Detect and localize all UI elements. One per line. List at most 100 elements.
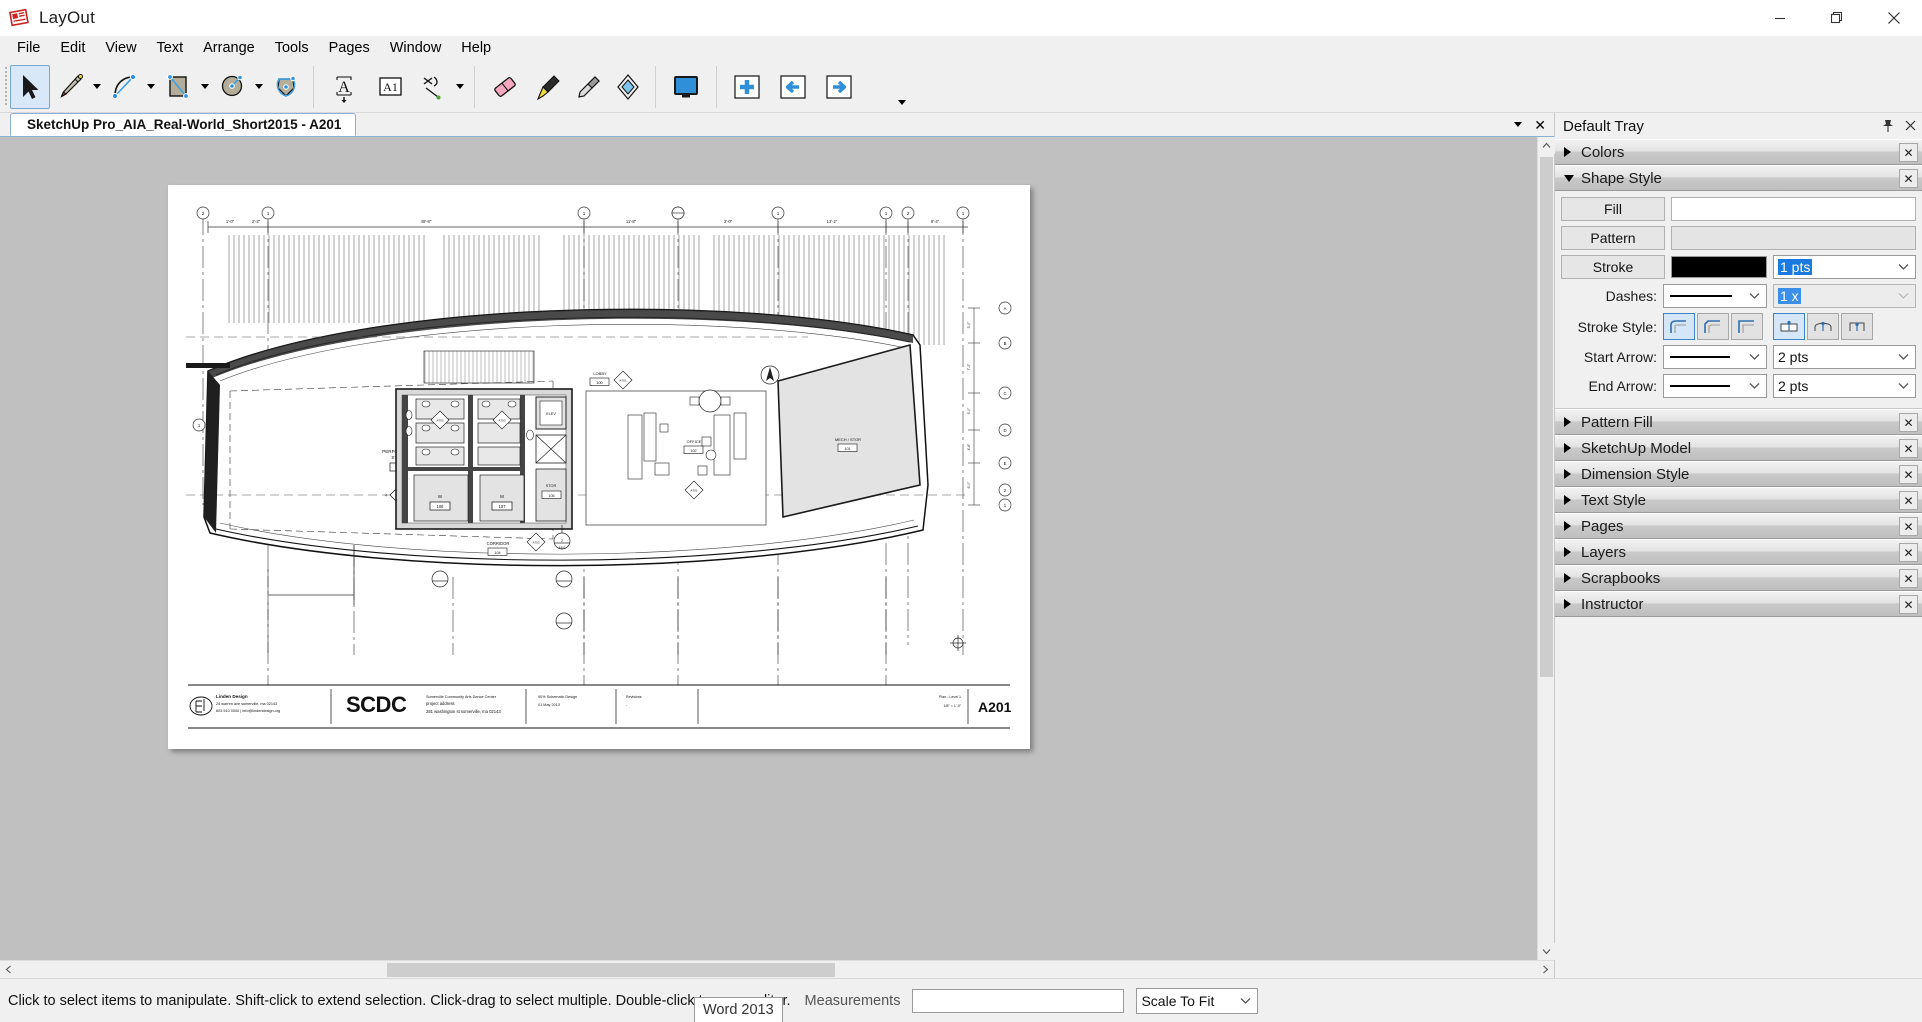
select-tool-button[interactable] [10, 65, 50, 109]
canvas-horizontal-scrollbar[interactable] [0, 960, 1554, 978]
close-button[interactable] [1865, 0, 1922, 36]
corner-style-miter-button[interactable] [1731, 313, 1763, 340]
horizontal-scroll-thumb[interactable] [387, 963, 835, 977]
fill-color-swatch[interactable] [1671, 197, 1916, 221]
panel-close-pages[interactable]: ✕ [1899, 517, 1918, 536]
corner-style-round-button[interactable] [1663, 313, 1695, 340]
pattern-button[interactable]: Pattern [1561, 226, 1665, 250]
start-arrow-style-combo[interactable] [1663, 345, 1767, 369]
scroll-down-icon[interactable] [1538, 943, 1555, 960]
panel-close-layers[interactable]: ✕ [1899, 543, 1918, 562]
menu-pages[interactable]: Pages [319, 37, 380, 60]
start-arrow-size-combo[interactable]: 2 pts [1773, 345, 1916, 369]
svg-text:A: A [1004, 306, 1007, 311]
cap-style-round-button[interactable] [1807, 313, 1839, 340]
rectangle-tool-caret[interactable] [198, 65, 212, 109]
add-page-button[interactable] [724, 65, 770, 109]
fill-button[interactable]: Fill [1561, 197, 1665, 221]
panel-header-sketchup-model[interactable]: SketchUp Model ✕ [1555, 435, 1922, 461]
split-tool-button[interactable] [568, 65, 608, 109]
close-icon[interactable]: ✕ [1534, 118, 1546, 132]
svg-text:107: 107 [499, 504, 507, 509]
eraser-tool-button[interactable] [482, 65, 528, 109]
circle-tool-button[interactable] [212, 65, 252, 109]
revisions-value: - [626, 703, 628, 707]
text-tool-button[interactable]: A [321, 65, 367, 109]
canvas-vertical-scrollbar[interactable] [1537, 137, 1554, 960]
line-tool-caret[interactable] [90, 65, 104, 109]
svg-text:C: C [1003, 391, 1006, 396]
toolbar-grip[interactable] [2, 67, 10, 107]
arc-tool-button[interactable] [104, 65, 144, 109]
dashes-scale-combo[interactable]: 1 x [1773, 284, 1916, 308]
scroll-left-icon[interactable] [0, 961, 17, 978]
stroke-color-swatch[interactable] [1671, 256, 1767, 278]
scroll-right-icon[interactable] [1537, 961, 1554, 978]
panel-close-dimension-style[interactable]: ✕ [1899, 465, 1918, 484]
panel-header-dimension-style[interactable]: Dimension Style ✕ [1555, 461, 1922, 487]
document-tab[interactable]: SketchUp Pro_AIA_Real-World_Short2015 - … [10, 113, 356, 136]
pattern-swatch[interactable] [1671, 226, 1916, 250]
menu-tools[interactable]: Tools [265, 37, 319, 60]
solid-line-preview [1670, 295, 1732, 297]
circle-tool-caret[interactable] [252, 65, 266, 109]
paper-sheet[interactable]: 1'-0" 2'-2" 49'-8" 11'-8" 3'-0" 13'-2" 8… [168, 185, 1030, 749]
chevron-down-icon[interactable] [1514, 122, 1522, 127]
panel-header-text-style[interactable]: Text Style ✕ [1555, 487, 1922, 513]
panel-header-pages[interactable]: Pages ✕ [1555, 513, 1922, 539]
scroll-up-icon[interactable] [1538, 137, 1555, 154]
panel-close-instructor[interactable]: ✕ [1899, 595, 1918, 614]
dimension-text: 1'-0" [226, 219, 235, 224]
panel-close-text-style[interactable]: ✕ [1899, 491, 1918, 510]
maximize-button[interactable] [1808, 0, 1865, 36]
next-page-button[interactable] [816, 65, 862, 109]
panel-header-colors[interactable]: Colors ✕ [1555, 139, 1922, 165]
stroke-width-combo[interactable]: 1 pts [1773, 255, 1916, 279]
end-arrow-size-combo[interactable]: 2 pts [1773, 374, 1916, 398]
style-tool-button[interactable] [528, 65, 568, 109]
dimension-tool-caret[interactable] [453, 65, 467, 109]
end-arrow-style-combo[interactable] [1663, 374, 1767, 398]
menu-help[interactable]: Help [451, 37, 501, 60]
join-tool-button[interactable] [608, 65, 648, 109]
measurements-input[interactable] [912, 989, 1124, 1013]
stroke-button[interactable]: Stroke [1561, 255, 1665, 279]
menu-file[interactable]: File [7, 37, 50, 60]
start-presentation-button[interactable] [663, 65, 709, 109]
menu-view[interactable]: View [95, 37, 146, 60]
cap-style-flat-button[interactable] [1773, 313, 1805, 340]
arc-tool-caret[interactable] [144, 65, 158, 109]
minimize-button[interactable] [1751, 0, 1808, 36]
dashes-style-combo[interactable] [1663, 284, 1767, 308]
pin-icon[interactable] [1882, 119, 1894, 133]
menu-edit[interactable]: Edit [50, 37, 95, 60]
cap-style-square-button[interactable] [1841, 313, 1873, 340]
panel-close-scrapbooks[interactable]: ✕ [1899, 569, 1918, 588]
panel-close-shape-style[interactable]: ✕ [1899, 169, 1918, 188]
previous-page-button[interactable] [770, 65, 816, 109]
corner-style-bevel-button[interactable] [1697, 313, 1729, 340]
menu-text[interactable]: Text [147, 37, 194, 60]
panel-header-instructor[interactable]: Instructor ✕ [1555, 591, 1922, 617]
drawing-canvas[interactable]: 1'-0" 2'-2" 49'-8" 11'-8" 3'-0" 13'-2" 8… [0, 137, 1537, 960]
panel-header-pattern-fill[interactable]: Pattern Fill ✕ [1555, 409, 1922, 435]
svg-text:CORRIDOR: CORRIDOR [487, 541, 510, 546]
panel-close-sketchup-model[interactable]: ✕ [1899, 439, 1918, 458]
scale-combo[interactable]: Scale To Fit [1136, 988, 1258, 1014]
panel-close-pattern-fill[interactable]: ✕ [1899, 413, 1918, 432]
panel-header-layers[interactable]: Layers ✕ [1555, 539, 1922, 565]
dimension-tool-button[interactable] [413, 65, 453, 109]
panel-close-colors[interactable]: ✕ [1899, 143, 1918, 162]
vertical-scroll-thumb[interactable] [1540, 157, 1553, 677]
label-tool-button[interactable]: A1 [367, 65, 413, 109]
rectangle-tool-button[interactable] [158, 65, 198, 109]
line-tool-button[interactable] [50, 65, 90, 109]
menu-bar: File Edit View Text Arrange Tools Pages … [0, 36, 1922, 61]
toolbar-overflow-caret[interactable] [894, 94, 910, 110]
panel-header-shape-style[interactable]: Shape Style ✕ [1555, 165, 1922, 191]
menu-window[interactable]: Window [380, 37, 452, 60]
menu-arrange[interactable]: Arrange [193, 37, 265, 60]
polygon-tool-button[interactable] [266, 65, 306, 109]
panel-header-scrapbooks[interactable]: Scrapbooks ✕ [1555, 565, 1922, 591]
close-icon[interactable] [1905, 118, 1916, 135]
